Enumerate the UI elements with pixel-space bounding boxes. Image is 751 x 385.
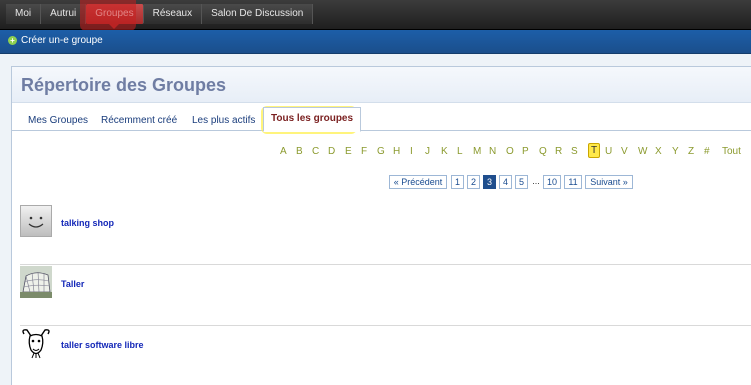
group-row: talking shop — [20, 205, 751, 265]
create-group-label: Créer un-e groupe — [21, 35, 103, 46]
directory-tabs: Mes Groupes Récemment créé Les plus acti… — [12, 106, 751, 134]
tab-tous-les-groupes[interactable]: Tous les groupes — [263, 107, 362, 132]
letter-filter-a[interactable]: A — [280, 146, 287, 157]
letter-filter-y[interactable]: Y — [672, 146, 679, 157]
letter-filter-t[interactable]: T — [588, 143, 601, 158]
smiley-icon — [20, 205, 52, 237]
letter-filter-c[interactable]: C — [312, 146, 319, 157]
letter-filter-l[interactable]: L — [457, 146, 463, 157]
page-3-button[interactable]: 3 — [483, 175, 496, 189]
nav-item-groupes[interactable]: Groupes — [86, 4, 144, 29]
nav-item-salon-de-discussion[interactable]: Salon De Discussion — [202, 4, 314, 24]
letter-filter-o[interactable]: O — [506, 146, 514, 157]
pagination-ellipsis: ... — [532, 176, 540, 186]
group-name-link[interactable]: Taller — [61, 279, 84, 289]
group-name-link[interactable]: talking shop — [61, 218, 114, 228]
letter-filter-z[interactable]: Z — [688, 146, 694, 157]
letter-filter-tout[interactable]: Tout — [722, 146, 741, 157]
panel-header: Répertoire des Groupes — [12, 67, 751, 103]
letter-filter-r[interactable]: R — [555, 146, 562, 157]
letter-filter-g[interactable]: G — [377, 146, 385, 157]
gnu-logo — [20, 327, 52, 359]
letter-filter-x[interactable]: X — [655, 146, 662, 157]
page-1-button[interactable]: 1 — [451, 175, 464, 189]
letter-filter-h[interactable]: H — [393, 146, 400, 157]
alphabet-filter: A B C D E F G H I J K L M N O P Q R S T U V W X Y Z # Tout — [0, 143, 751, 160]
letter-filter-m[interactable]: M — [473, 146, 481, 157]
page-11-button[interactable]: 11 — [564, 175, 582, 189]
create-group-link[interactable]: + Créer un-e groupe — [8, 35, 103, 46]
letter-filter-n[interactable]: N — [489, 146, 496, 157]
nav-item-moi[interactable]: Moi — [6, 4, 42, 24]
letter-filter-p[interactable]: P — [522, 146, 529, 157]
group-row: taller software libre — [20, 327, 751, 385]
letter-filter-e[interactable]: E — [345, 146, 352, 157]
letter-filter-d[interactable]: D — [328, 146, 335, 157]
tab-les-plus-actifs[interactable]: Les plus actifs — [192, 111, 255, 131]
letter-filter-hash[interactable]: # — [704, 146, 710, 157]
letter-filter-k[interactable]: K — [441, 146, 448, 157]
prev-page-button[interactable]: « Précédent — [389, 175, 447, 189]
top-nav-menu: Moi Autrui Groupes Réseaux Salon De Disc… — [6, 4, 314, 29]
letter-filter-i[interactable]: I — [410, 146, 413, 157]
letter-filter-j[interactable]: J — [425, 146, 430, 157]
page-2-button[interactable]: 2 — [467, 175, 480, 189]
top-navigation-bar: Moi Autrui Groupes Réseaux Salon De Disc… — [0, 0, 751, 31]
letter-filter-b[interactable]: B — [296, 146, 303, 157]
letter-filter-w[interactable]: W — [638, 146, 647, 157]
group-row: Taller — [20, 266, 751, 326]
letter-filter-q[interactable]: Q — [539, 146, 547, 157]
pagination: « Précédent 1 2 3 4 5 ... 10 11 Suivant … — [0, 175, 751, 189]
plus-icon: + — [8, 36, 17, 45]
letter-filter-v[interactable]: V — [621, 146, 628, 157]
letter-filter-u[interactable]: U — [605, 146, 612, 157]
sub-navigation-bar: + Créer un-e groupe — [0, 30, 751, 54]
page-5-button[interactable]: 5 — [515, 175, 528, 189]
building-photo — [20, 266, 52, 298]
group-name-link[interactable]: taller software libre — [61, 340, 144, 350]
page-4-button[interactable]: 4 — [499, 175, 512, 189]
page-title: Répertoire des Groupes — [21, 75, 227, 95]
page-10-button[interactable]: 10 — [543, 175, 561, 189]
tab-recemment-cree[interactable]: Récemment créé — [101, 111, 177, 131]
tab-mes-groupes[interactable]: Mes Groupes — [28, 111, 88, 131]
next-page-button[interactable]: Suivant » — [585, 175, 633, 189]
letter-filter-s[interactable]: S — [571, 146, 578, 157]
nav-item-reseaux[interactable]: Réseaux — [143, 4, 203, 24]
letter-filter-f[interactable]: F — [361, 146, 367, 157]
nav-item-autrui[interactable]: Autrui — [41, 4, 87, 24]
